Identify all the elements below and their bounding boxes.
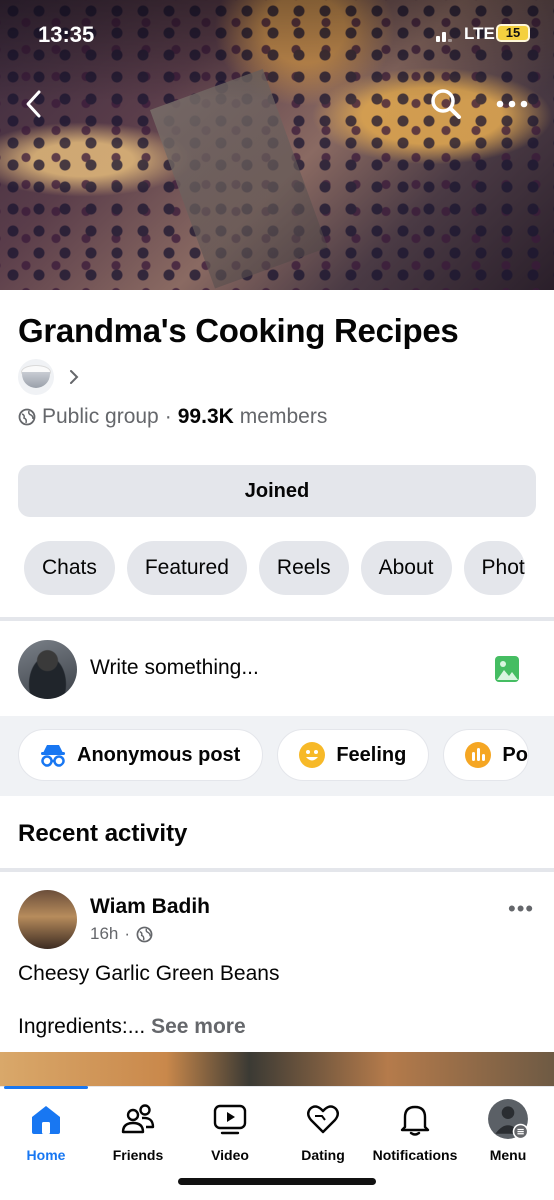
members-label: members bbox=[239, 405, 328, 428]
recent-activity-title: Recent activity bbox=[18, 820, 188, 847]
group-meta: Public group · 99.3K members bbox=[18, 405, 327, 429]
search-button[interactable] bbox=[426, 84, 466, 124]
search-icon bbox=[431, 89, 461, 119]
tab-chats[interactable]: Chats bbox=[24, 541, 115, 595]
members-count[interactable]: 99.3K bbox=[178, 405, 234, 429]
video-icon bbox=[213, 1104, 247, 1135]
nav-video-label: Video bbox=[211, 1147, 249, 1163]
globe-icon bbox=[18, 408, 36, 426]
nav-dating[interactable]: Dating bbox=[277, 1087, 369, 1167]
group-members-preview[interactable] bbox=[18, 358, 80, 396]
home-icon bbox=[32, 1106, 60, 1134]
incognito-icon bbox=[41, 745, 65, 767]
anonymous-post-button[interactable]: Anonymous post bbox=[18, 729, 264, 781]
group-title[interactable]: Grandma's Cooking Recipes bbox=[18, 312, 459, 350]
post-text-line: Ingredients:... bbox=[18, 1015, 146, 1038]
post-composer[interactable]: Write something... bbox=[0, 622, 554, 716]
tab-reels[interactable]: Reels bbox=[258, 541, 349, 595]
feeling-label: Feeling bbox=[336, 743, 407, 766]
nav-menu[interactable]: Menu bbox=[462, 1087, 554, 1167]
battery-icon: 15 bbox=[496, 24, 530, 42]
nav-home[interactable]: Home bbox=[0, 1087, 92, 1167]
nav-home-label: Home bbox=[26, 1147, 66, 1163]
poll-button[interactable]: Po bbox=[443, 729, 529, 781]
tab-about[interactable]: About bbox=[360, 541, 452, 595]
poll-icon bbox=[465, 742, 492, 768]
chevron-right-icon bbox=[70, 370, 79, 384]
menu-avatar-icon bbox=[488, 1099, 529, 1140]
post-more-button[interactable]: ••• bbox=[508, 896, 534, 922]
home-indicator bbox=[178, 1178, 376, 1185]
nav-video[interactable]: Video bbox=[184, 1087, 276, 1167]
post-meta-separator: · bbox=[124, 924, 131, 943]
group-tabs: Chats Featured Reels About Phot bbox=[24, 541, 525, 595]
status-time: 13:35 bbox=[38, 22, 95, 47]
bell-icon bbox=[400, 1105, 430, 1136]
globe-icon bbox=[136, 926, 153, 942]
signal-icon bbox=[436, 28, 452, 42]
poll-label: Po bbox=[502, 743, 528, 766]
tab-photos[interactable]: Phot bbox=[463, 541, 525, 595]
post-text-truncated: Ingredients:... See more bbox=[18, 1015, 246, 1039]
post-time[interactable]: 16h bbox=[90, 924, 118, 944]
nav-menu-label: Menu bbox=[489, 1147, 527, 1163]
friends-icon bbox=[121, 1104, 155, 1134]
nav-dating-label: Dating bbox=[301, 1147, 345, 1163]
feeling-button[interactable]: Feeling bbox=[277, 729, 430, 781]
rice-bowl-icon bbox=[18, 359, 54, 395]
divider bbox=[0, 868, 554, 872]
heart-icon bbox=[307, 1105, 339, 1134]
nav-notifications[interactable]: Notifications bbox=[369, 1087, 461, 1167]
anonymous-post-label: Anonymous post bbox=[77, 743, 241, 766]
more-icon bbox=[496, 100, 528, 108]
meta-separator: · bbox=[164, 405, 172, 428]
back-button[interactable] bbox=[14, 84, 54, 124]
smiley-icon bbox=[299, 742, 326, 768]
network-type: LTE bbox=[464, 24, 495, 43]
post-meta: 16h · bbox=[90, 924, 153, 944]
tab-featured[interactable]: Featured bbox=[126, 541, 247, 595]
chevron-left-icon bbox=[26, 90, 41, 118]
divider bbox=[0, 617, 554, 621]
see-more-link[interactable]: See more bbox=[151, 1015, 246, 1038]
group-privacy: Public group bbox=[42, 405, 159, 428]
user-avatar[interactable] bbox=[18, 640, 77, 699]
photo-icon[interactable] bbox=[493, 654, 521, 684]
nav-friends[interactable]: Friends bbox=[92, 1087, 184, 1167]
nav-friends-label: Friends bbox=[112, 1147, 164, 1163]
more-options-button[interactable] bbox=[492, 84, 532, 124]
post-text: Cheesy Garlic Green Beans bbox=[18, 962, 280, 985]
nav-notifications-label: Notifications bbox=[372, 1147, 458, 1163]
post-action-chips: Anonymous post Feeling Po bbox=[18, 729, 529, 781]
status-bar: 13:35 LTE 15 bbox=[0, 0, 554, 70]
write-something-input[interactable]: Write something... bbox=[90, 656, 259, 680]
joined-button[interactable]: Joined bbox=[18, 465, 536, 517]
author-name[interactable]: Wiam Badih bbox=[90, 895, 210, 919]
author-avatar[interactable] bbox=[18, 890, 77, 949]
